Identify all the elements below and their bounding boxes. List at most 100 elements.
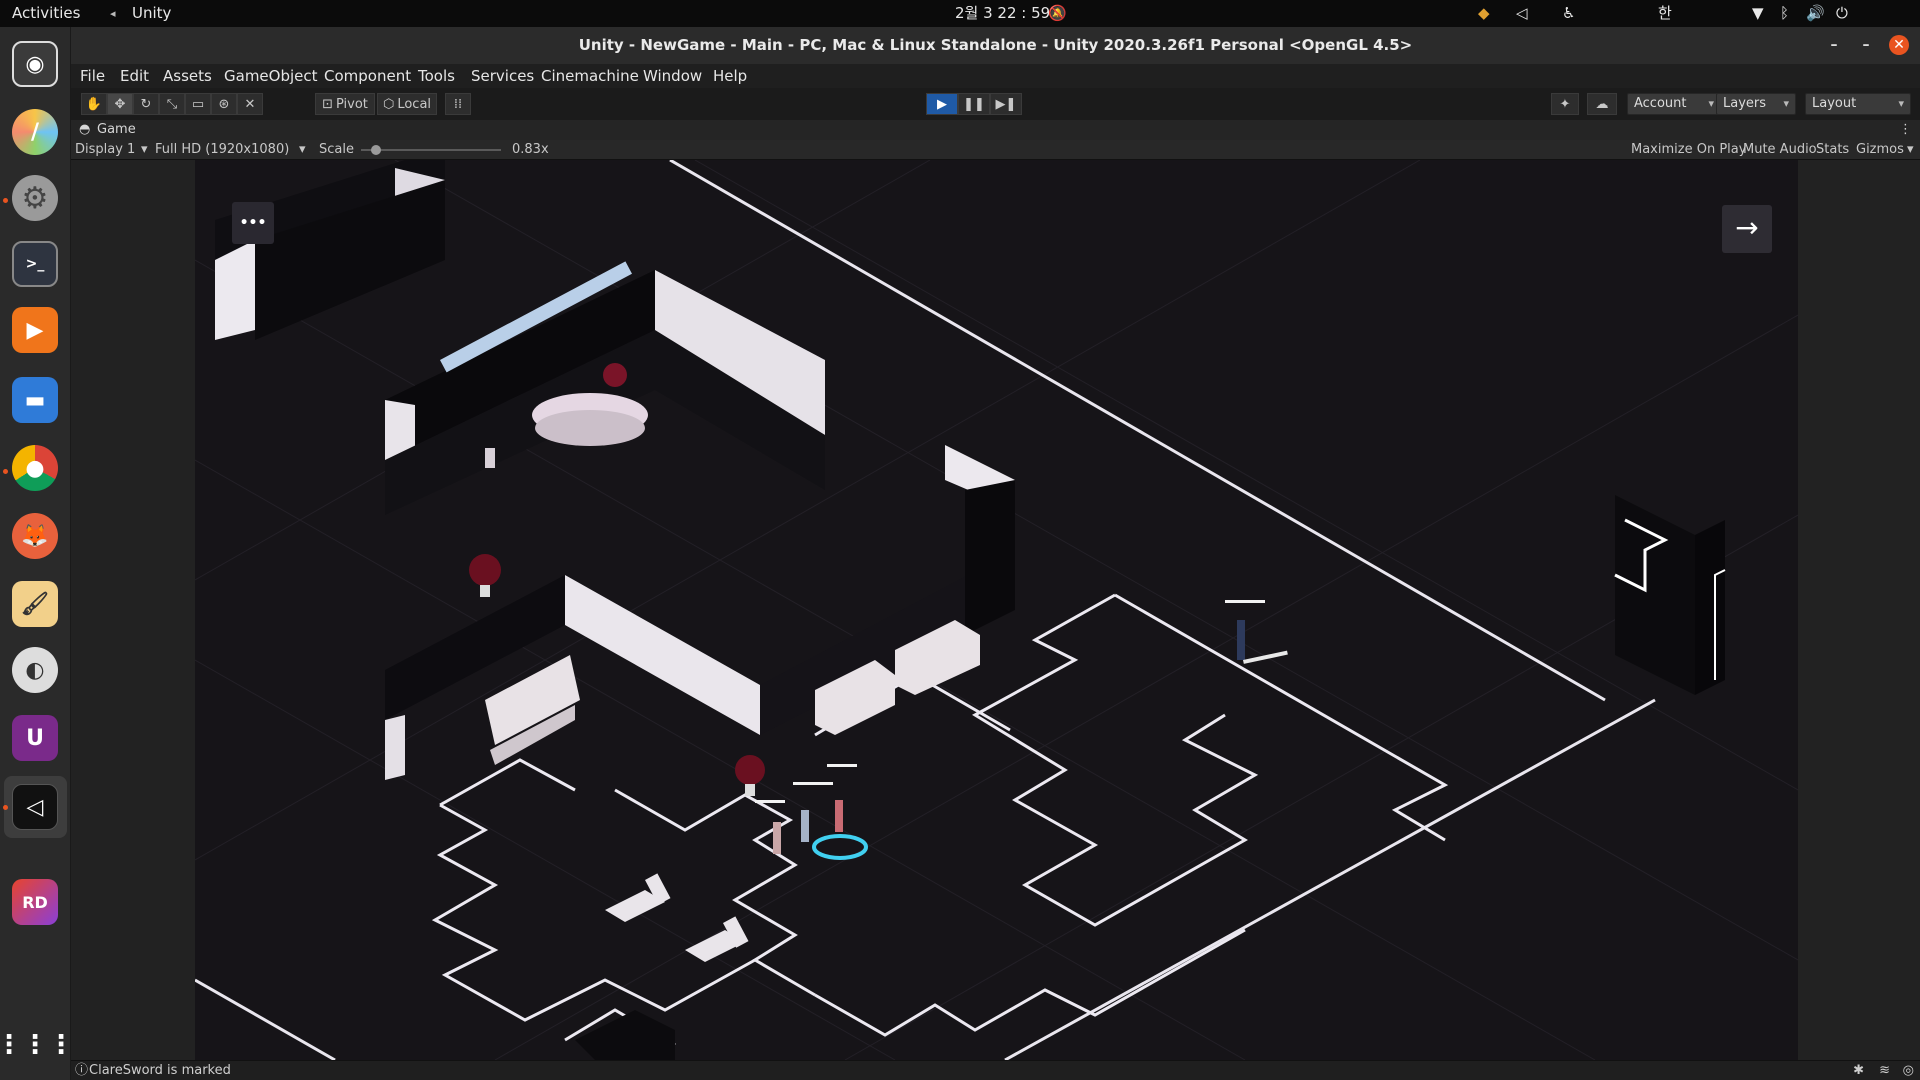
maximize-button[interactable]: – bbox=[1856, 35, 1876, 55]
activities-button[interactable]: Activities bbox=[12, 0, 80, 27]
close-button[interactable]: ✕ bbox=[1889, 35, 1909, 55]
tab-options-icon[interactable]: ⋮ bbox=[1899, 120, 1912, 140]
menu-window[interactable]: Window bbox=[643, 67, 702, 85]
game-view-controls: Display 1 ▾ Full HD (1920x1080) ▾ Scale … bbox=[71, 140, 1920, 160]
rider-icon[interactable]: RD bbox=[12, 879, 58, 925]
menu-help[interactable]: Help bbox=[713, 67, 747, 85]
pivot-toggle[interactable]: ⊡ Pivot bbox=[315, 93, 375, 115]
cafe-tables bbox=[605, 873, 749, 962]
progress-stack-icon[interactable]: ≋ bbox=[1879, 1061, 1890, 1080]
play-button[interactable]: ▶ bbox=[926, 93, 958, 115]
transform-tool-icon[interactable]: ⊛ bbox=[211, 93, 237, 115]
status-message[interactable]: ClareSword is marked bbox=[89, 1061, 231, 1080]
chrome-icon[interactable]: ● bbox=[12, 445, 58, 491]
main-toolbar: ✋ ✥ ↻ ⤡ ▭ ⊛ ✕ ⊡ Pivot ⬡ Local ⁞⁞ ▶ ❚❚ ▶❚… bbox=[71, 88, 1920, 120]
settings-icon[interactable]: ⚙ bbox=[12, 175, 58, 221]
menu-bar: File Edit Assets GameObject Component To… bbox=[71, 64, 1920, 88]
scale-slider-thumb[interactable] bbox=[371, 145, 382, 155]
auto-refresh-icon[interactable]: ◎ bbox=[1903, 1061, 1914, 1080]
menu-assets[interactable]: Assets bbox=[163, 67, 212, 85]
rect-tool-icon[interactable]: ▭ bbox=[185, 93, 211, 115]
game-scene[interactable]: ••• → bbox=[195, 160, 1798, 1060]
wifi-icon[interactable]: ▼ bbox=[1752, 0, 1764, 27]
custom-tool-icon[interactable]: ✕ bbox=[237, 93, 263, 115]
menu-cinemachine[interactable]: Cinemachine bbox=[541, 67, 639, 85]
enemy-character[interactable] bbox=[1225, 600, 1288, 664]
game-viewport[interactable]: ••• → bbox=[71, 160, 1920, 1060]
partition-wall-center bbox=[385, 445, 1015, 780]
clock[interactable]: 2월 3 22 : 59 bbox=[955, 0, 1050, 27]
rotate-tool-icon[interactable]: ↻ bbox=[133, 93, 159, 115]
menu-file[interactable]: File bbox=[80, 67, 105, 85]
files-icon[interactable]: ▬ bbox=[12, 377, 58, 423]
game-tab-bar: ◓ Game ⋮ bbox=[71, 120, 1920, 140]
game-tab[interactable]: Game bbox=[97, 120, 136, 140]
scale-tool-icon[interactable]: ⤡ bbox=[159, 93, 185, 115]
wall-block-top-left bbox=[215, 160, 445, 340]
volume-icon[interactable]: 🔊 bbox=[1806, 0, 1825, 27]
unity-tray-icon[interactable]: ◁ bbox=[1516, 0, 1528, 27]
reception-counter bbox=[385, 261, 825, 515]
resolution-dropdown-arrow-icon[interactable]: ▾ bbox=[299, 140, 306, 160]
app-menu-label[interactable]: Unity bbox=[132, 0, 171, 27]
doorway-pillar bbox=[1614, 495, 1726, 695]
color-tray-icon[interactable]: ◆ bbox=[1478, 0, 1490, 27]
status-bar: ⓘ ClareSword is marked ✱ ≋ ◎ bbox=[71, 1060, 1920, 1080]
pivot-label: Pivot bbox=[335, 96, 368, 112]
dock: ◉ / ⚙ >_ ▶ ▬ ● 🦊 🖌 ◐ U ◁ RD ⋮⋮⋮ bbox=[0, 27, 74, 1080]
local-label: Local bbox=[397, 96, 432, 112]
account-dropdown[interactable]: Account bbox=[1627, 93, 1721, 115]
inkscape-icon[interactable]: ◐ bbox=[12, 647, 58, 693]
pivot-icon: ⊡ bbox=[322, 96, 333, 112]
maximize-on-play-toggle[interactable]: Maximize On Play bbox=[1631, 140, 1746, 160]
gizmos-dropdown[interactable]: Gizmos bbox=[1856, 140, 1904, 160]
cloud-icon[interactable]: ☁ bbox=[1587, 93, 1617, 115]
pause-button[interactable]: ❚❚ bbox=[958, 93, 990, 115]
menu-component[interactable]: Component bbox=[324, 67, 411, 85]
app-menu-icon[interactable]: ◂ bbox=[110, 0, 116, 27]
gizmos-arrow-icon[interactable]: ▾ bbox=[1907, 140, 1914, 160]
input-method-indicator[interactable]: 한 bbox=[1658, 0, 1672, 27]
window-title: Unity - NewGame - Main - PC, Mac & Linux… bbox=[578, 36, 1413, 54]
unity-icon[interactable]: ◁ bbox=[12, 784, 58, 830]
local-toggle[interactable]: ⬡ Local bbox=[377, 93, 437, 115]
accessibility-icon[interactable]: ♿ bbox=[1562, 0, 1575, 27]
menu-edit[interactable]: Edit bbox=[120, 67, 149, 85]
scale-slider-track[interactable] bbox=[361, 149, 501, 151]
bluetooth-icon[interactable]: ᛒ bbox=[1780, 0, 1789, 27]
firefox-icon[interactable]: 🦊 bbox=[12, 513, 58, 559]
layers-dropdown[interactable]: Layers bbox=[1716, 93, 1796, 115]
hand-tool-icon[interactable]: ✋ bbox=[81, 93, 107, 115]
notifications-muted-icon[interactable]: 🔕 bbox=[1048, 0, 1067, 27]
local-icon: ⬡ bbox=[382, 96, 395, 112]
scale-label: Scale bbox=[319, 142, 354, 157]
menu-services[interactable]: Services bbox=[471, 67, 534, 85]
next-arrow-button[interactable]: → bbox=[1722, 205, 1772, 253]
display-dropdown-arrow-icon[interactable]: ▾ bbox=[141, 140, 148, 160]
apps-grid-icon[interactable]: ⋮⋮⋮ bbox=[0, 1022, 74, 1068]
minimize-button[interactable]: – bbox=[1824, 35, 1844, 55]
grid-snap-icon[interactable]: ⁞⁞ bbox=[445, 93, 471, 115]
paint-icon[interactable]: 🖌 bbox=[12, 581, 58, 627]
color-picker-icon[interactable]: / bbox=[12, 109, 58, 155]
screenshot-icon[interactable]: ◉ bbox=[12, 41, 58, 87]
layout-dropdown[interactable]: Layout bbox=[1805, 93, 1911, 115]
isometric-office-scene bbox=[195, 160, 1798, 1060]
media-player-icon[interactable]: ▶ bbox=[12, 307, 58, 353]
power-icon[interactable]: ⏻ bbox=[1836, 0, 1848, 27]
display-dropdown[interactable]: Display 1 bbox=[75, 140, 137, 160]
step-button[interactable]: ▶❚ bbox=[990, 93, 1022, 115]
bottom-doorway bbox=[575, 1010, 675, 1060]
terminal-icon[interactable]: >_ bbox=[12, 241, 58, 287]
stats-toggle[interactable]: Stats bbox=[1816, 140, 1849, 160]
mute-audio-toggle[interactable]: Mute Audio bbox=[1743, 140, 1817, 160]
window-title-bar: Unity - NewGame - Main - PC, Mac & Linux… bbox=[71, 27, 1920, 64]
menu-gameobject[interactable]: GameObject bbox=[224, 67, 318, 85]
ubuntu-software-icon[interactable]: U bbox=[12, 715, 58, 761]
collab-icon[interactable]: ✦ bbox=[1551, 93, 1579, 115]
game-menu-button[interactable]: ••• bbox=[232, 202, 274, 244]
menu-tools[interactable]: Tools bbox=[418, 67, 455, 85]
bug-report-icon[interactable]: ✱ bbox=[1853, 1061, 1864, 1080]
resolution-dropdown[interactable]: Full HD (1920x1080) bbox=[155, 140, 289, 160]
move-tool-icon[interactable]: ✥ bbox=[107, 93, 133, 115]
